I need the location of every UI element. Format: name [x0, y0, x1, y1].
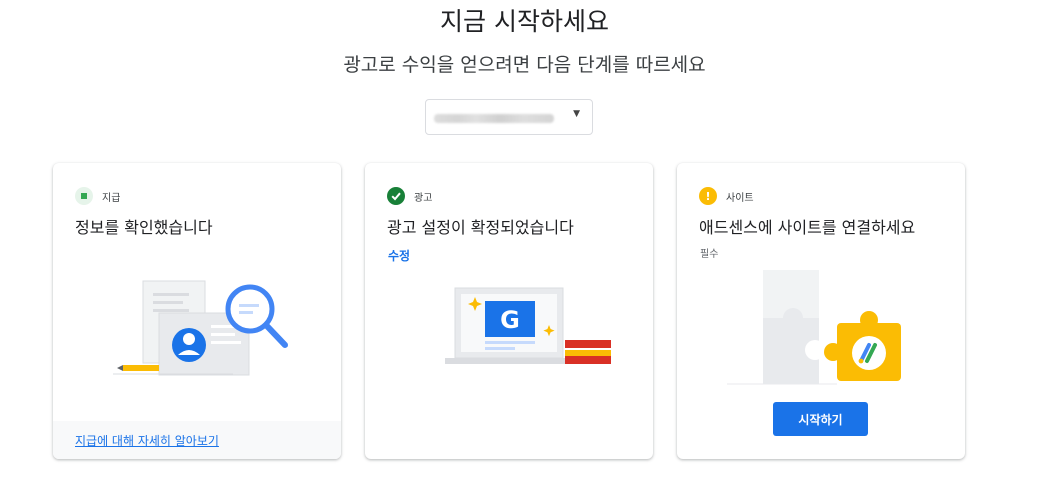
page-title: 지금 시작하세요	[440, 7, 609, 36]
start-site-button[interactable]: 시작하기	[773, 402, 868, 436]
check-circle-icon	[387, 187, 405, 205]
payments-card-title: 정보를 확인했습니다	[75, 218, 213, 237]
warning-icon: !	[699, 187, 717, 205]
account-email-value	[434, 114, 554, 123]
site-card: ! 사이트 애드센스에 사이트를 연결하세요 필수 시작하기	[677, 163, 965, 459]
payments-card-footer: 지급에 대해 자세히 알아보기	[53, 421, 341, 459]
document-magnifier-illustration	[113, 280, 288, 376]
site-tag: ! 사이트	[699, 187, 754, 205]
svg-text:G: G	[500, 306, 520, 334]
ads-tag-label: 광고	[414, 192, 433, 204]
account-selector[interactable]: ▼	[425, 99, 593, 135]
learn-more-payments-link[interactable]: 지급에 대해 자세히 알아보기	[75, 432, 219, 449]
payments-tag-label: 지급	[102, 192, 121, 204]
ads-tag: 광고	[387, 187, 432, 205]
ads-card: 광고 광고 설정이 확정되었습니다 수정 G	[365, 163, 653, 459]
required-label: 필수	[700, 249, 719, 260]
payments-card: 지급 정보를 확인했습니다 지급에 대해 자세히 알아보기	[53, 163, 341, 459]
site-tag-label: 사이트	[726, 192, 754, 204]
edit-ads-link[interactable]: 수정	[388, 247, 410, 264]
payments-tag: 지급	[75, 187, 120, 205]
page-subtitle: 광고로 수익을 얻으려면 다음 단계를 따르세요	[343, 54, 706, 76]
puzzle-adsense-illustration	[727, 270, 901, 385]
site-card-title: 애드센스에 사이트를 연결하세요	[699, 218, 916, 237]
chevron-down-icon: ▼	[573, 109, 580, 119]
pending-status-icon	[75, 187, 93, 205]
laptop-google-illustration: G	[445, 287, 611, 364]
ads-card-title: 광고 설정이 확정되었습니다	[387, 218, 574, 237]
